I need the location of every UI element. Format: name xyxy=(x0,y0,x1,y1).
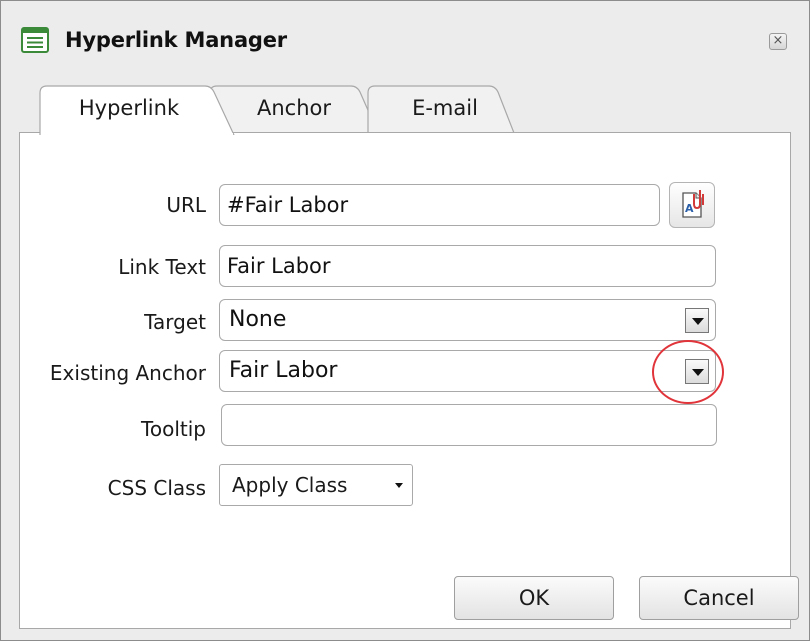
tab-hyperlink-label: Hyperlink xyxy=(78,96,180,120)
dialog-title: Hyperlink Manager xyxy=(65,28,287,52)
url-label: URL xyxy=(166,193,206,217)
css-class-value: Apply Class xyxy=(232,473,348,497)
link-text-input[interactable]: Fair Labor xyxy=(219,245,716,287)
tab-email-label: E-mail xyxy=(412,96,478,120)
target-value: None xyxy=(229,307,287,332)
tooltip-input[interactable] xyxy=(221,404,717,446)
link-text-label: Link Text xyxy=(118,255,206,279)
document-paperclip-icon: A xyxy=(682,190,704,218)
chevron-down-icon xyxy=(692,369,704,376)
ok-button[interactable]: OK xyxy=(454,576,614,620)
tab-hyperlink[interactable]: Hyperlink xyxy=(39,85,235,135)
target-dropdown-button[interactable] xyxy=(685,308,709,333)
chevron-down-icon xyxy=(692,318,704,325)
chevron-down-icon xyxy=(395,483,403,488)
existing-anchor-combobox[interactable]: Fair Labor xyxy=(219,350,716,392)
existing-anchor-dropdown-button[interactable] xyxy=(685,359,709,384)
tab-strip: Anchor E-mail Hyperlink xyxy=(1,79,811,135)
document-list-icon xyxy=(21,27,49,53)
close-button[interactable]: × xyxy=(769,33,787,50)
target-label: Target xyxy=(144,310,206,334)
css-class-label: CSS Class xyxy=(107,476,206,500)
hyperlink-manager-dialog: Hyperlink Manager × Anchor E-mail Hyperl… xyxy=(0,0,810,641)
existing-anchor-label: Existing Anchor xyxy=(49,361,206,385)
existing-anchor-value: Fair Labor xyxy=(229,358,338,383)
url-input[interactable]: #Fair Labor xyxy=(219,184,660,226)
tooltip-label: Tooltip xyxy=(141,417,206,441)
document-manager-button[interactable]: A xyxy=(669,182,715,228)
svg-text:A: A xyxy=(685,202,694,215)
target-combobox[interactable]: None xyxy=(219,299,716,341)
title-bar: Hyperlink Manager × xyxy=(1,1,809,79)
close-icon: × xyxy=(772,33,784,48)
tab-email[interactable]: E-mail xyxy=(367,85,515,133)
css-class-select[interactable]: Apply Class xyxy=(219,464,413,506)
cancel-button[interactable]: Cancel xyxy=(639,576,799,620)
